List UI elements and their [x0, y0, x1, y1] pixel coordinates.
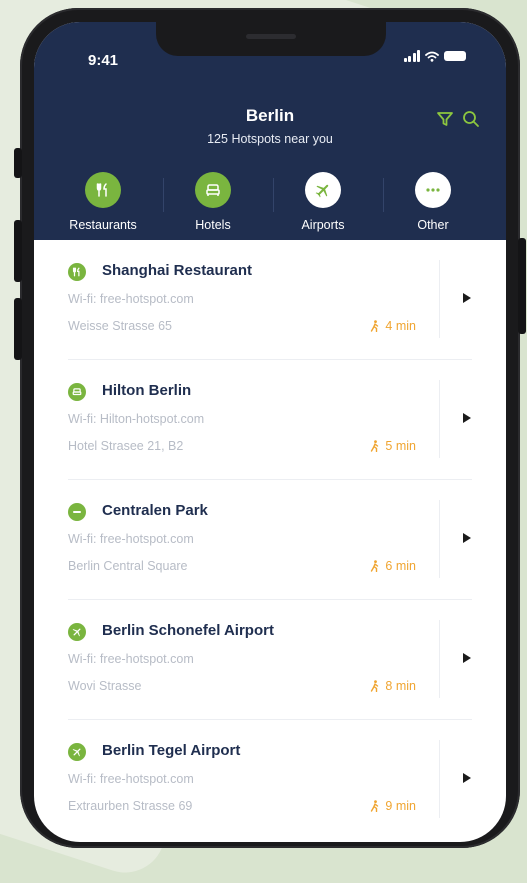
hotspot-item[interactable]: Hilton Berlin Wi-fi: Hilton-hotspot.com …: [34, 360, 506, 480]
hotspot-wifi: Wi-fi: Hilton-hotspot.com: [68, 412, 205, 426]
category-tabs: Restaurants Hotels Airports Other: [34, 172, 506, 236]
hotspot-item[interactable]: Berlin Tegel Airport Wi-fi: free-hotspot…: [34, 720, 506, 840]
power-button: [518, 238, 526, 334]
plane-icon: [68, 623, 86, 641]
eta-text: 8 min: [385, 679, 416, 693]
tab-hotels[interactable]: Hotels: [163, 172, 263, 232]
hotspot-address: Extraurben Strasse 69: [68, 799, 193, 813]
hotspot-eta: 5 min: [370, 439, 416, 453]
volume-up-button: [14, 220, 22, 282]
walking-icon: [371, 560, 379, 572]
walking-icon: [371, 680, 379, 692]
hotspot-wifi: Wi-fi: free-hotspot.com: [68, 292, 194, 306]
hotspot-wifi: Wi-fi: free-hotspot.com: [68, 772, 194, 786]
hotspot-item[interactable]: Shanghai Restaurant Wi-fi: free-hotspot.…: [34, 240, 506, 360]
app-screen: 9:41 Berlin 125 Hotspots near you Restau…: [34, 22, 506, 842]
hotspot-wifi: Wi-fi: free-hotspot.com: [68, 652, 194, 666]
speaker-grille: [246, 34, 296, 39]
more-dots-icon: [415, 172, 451, 208]
hotspot-count: 125 Hotspots near you: [207, 132, 333, 146]
walking-icon: [371, 440, 379, 452]
hotspot-eta: 8 min: [370, 679, 416, 693]
eta-text: 9 min: [385, 799, 416, 813]
hotspot-item[interactable]: Berlin Schonefel Airport Wi-fi: free-hot…: [34, 600, 506, 720]
hotspot-name: Shanghai Restaurant: [102, 262, 253, 279]
play-arrow-icon[interactable]: [462, 772, 472, 784]
tab-label: Restaurants: [69, 218, 137, 232]
fork-knife-icon: [85, 172, 121, 208]
item-divider: [439, 620, 440, 698]
hotspot-eta: 6 min: [370, 559, 416, 573]
signal-icon: [403, 50, 420, 62]
status-icons: [403, 50, 466, 62]
play-arrow-icon[interactable]: [462, 292, 472, 304]
walking-icon: [371, 320, 379, 332]
play-arrow-icon[interactable]: [462, 652, 472, 664]
filter-icon[interactable]: [436, 110, 454, 128]
play-arrow-icon[interactable]: [462, 532, 472, 544]
plane-icon: [305, 172, 341, 208]
battery-icon: [444, 51, 466, 61]
mute-switch: [14, 148, 22, 178]
phone-frame: 9:41 Berlin 125 Hotspots near you Restau…: [14, 8, 526, 848]
tab-label: Other: [417, 218, 449, 232]
tab-other[interactable]: Other: [383, 172, 483, 232]
item-divider: [439, 500, 440, 578]
hotspot-eta: 4 min: [370, 319, 416, 333]
tab-airports[interactable]: Airports: [273, 172, 373, 232]
hotspot-eta: 9 min: [370, 799, 416, 813]
hotspot-name: Berlin Tegel Airport: [102, 742, 241, 759]
hotspot-address: Weisse Strasse 65: [68, 319, 172, 333]
tab-label: Airports: [301, 218, 345, 232]
hotspot-name: Berlin Schonefel Airport: [102, 622, 274, 639]
hotspot-wifi: Wi-fi: free-hotspot.com: [68, 532, 194, 546]
item-divider: [439, 380, 440, 458]
bed-icon: [195, 172, 231, 208]
play-arrow-icon[interactable]: [462, 412, 472, 424]
volume-down-button: [14, 298, 22, 360]
fork-knife-icon: [68, 263, 86, 281]
item-divider: [439, 740, 440, 818]
walking-icon: [371, 800, 379, 812]
hotspot-address: Berlin Central Square: [68, 559, 188, 573]
hotspot-name: Centralen Park: [102, 502, 208, 519]
item-divider: [439, 260, 440, 338]
hotspot-item[interactable]: Centralen Park Wi-fi: free-hotspot.com B…: [34, 480, 506, 600]
eta-text: 4 min: [385, 319, 416, 333]
wifi-icon: [425, 51, 439, 62]
hotspot-address: Wovi Strasse: [68, 679, 142, 693]
tab-restaurants[interactable]: Restaurants: [53, 172, 153, 232]
hotspot-name: Hilton Berlin: [102, 382, 192, 399]
more-dots-icon: [68, 503, 86, 521]
hotspot-address: Hotel Strasee 21, B2: [68, 439, 184, 453]
bed-icon: [68, 383, 86, 401]
plane-icon: [68, 743, 86, 761]
notch: [156, 22, 386, 56]
tab-label: Hotels: [195, 218, 231, 232]
status-time: 9:41: [88, 52, 119, 69]
app-header: 9:41 Berlin 125 Hotspots near you Restau…: [34, 22, 506, 240]
eta-text: 5 min: [385, 439, 416, 453]
eta-text: 6 min: [385, 559, 416, 573]
search-icon[interactable]: [462, 110, 480, 128]
